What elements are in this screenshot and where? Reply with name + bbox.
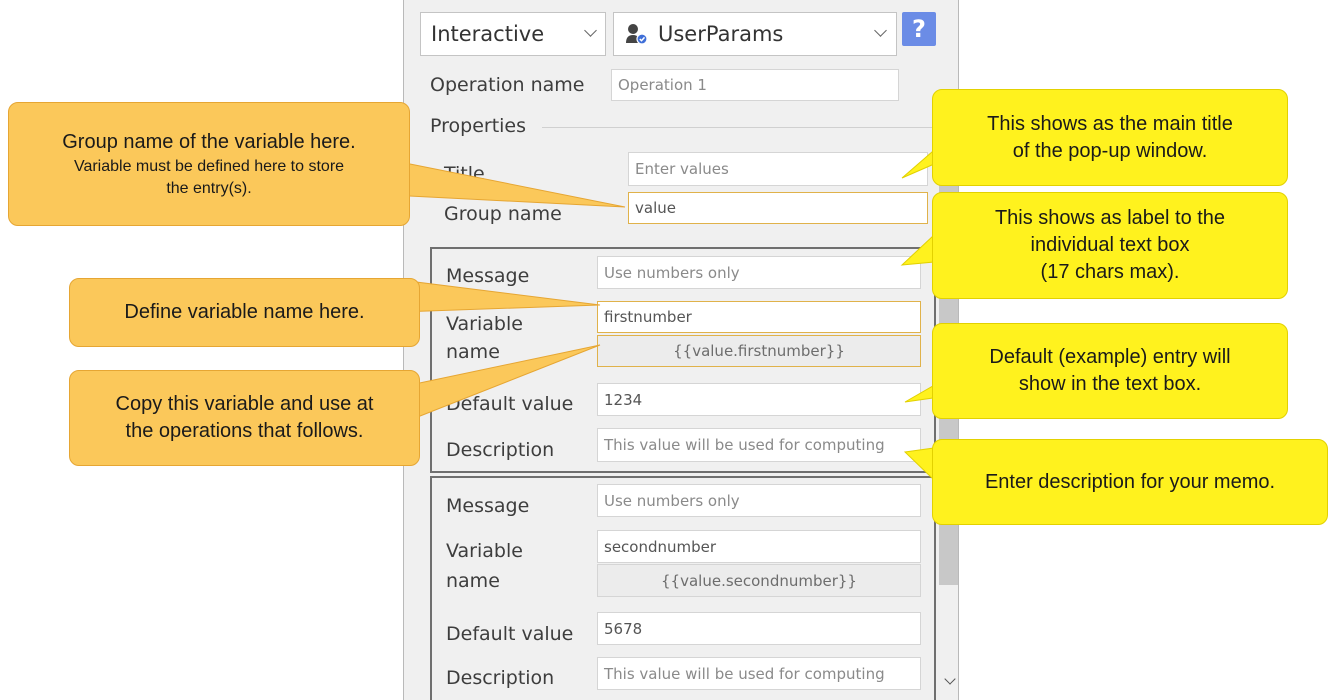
group-name-callout: Group name of the variable here. Variabl…: [8, 102, 410, 226]
copy-variable-callout: Copy this variable and use at the operat…: [69, 370, 420, 466]
callout-text: Variable must be defined here to store: [73, 157, 345, 175]
description-callout-tail: [903, 447, 935, 482]
define-callout-tail: [399, 279, 601, 313]
label-callout-tail: [900, 233, 935, 266]
callout-text: the entry(s).: [166, 179, 252, 197]
callout-text: show in the text box.: [1018, 373, 1202, 395]
callout-text: of the pop-up window.: [1012, 139, 1208, 162]
callout-text: Enter description for your memo.: [984, 470, 1276, 493]
callout-text: This shows as the main title: [987, 112, 1233, 135]
title-callout: This shows as the main title of the pop-…: [932, 89, 1288, 186]
copy-callout-tail: [409, 344, 601, 421]
callout-text: Copy this variable and use at: [115, 393, 374, 415]
callout-text: the operations that follows.: [125, 420, 364, 442]
description-callout: Enter description for your memo.: [932, 439, 1328, 525]
group-callout-tail: [389, 159, 626, 208]
callout-text: Default (example) entry will: [989, 346, 1231, 368]
default-value-callout: Default (example) entry will show in the…: [932, 323, 1288, 419]
callout-text: (17 chars max).: [1040, 261, 1180, 283]
callout-text: Define variable name here.: [124, 301, 365, 323]
label-callout: This shows as label to the individual te…: [932, 192, 1288, 299]
callout-text: individual text box: [1030, 234, 1190, 256]
callout-text: This shows as label to the: [994, 207, 1226, 229]
callout-text: Group name of the variable here.: [62, 130, 356, 153]
define-variable-callout: Define variable name here.: [69, 278, 420, 347]
